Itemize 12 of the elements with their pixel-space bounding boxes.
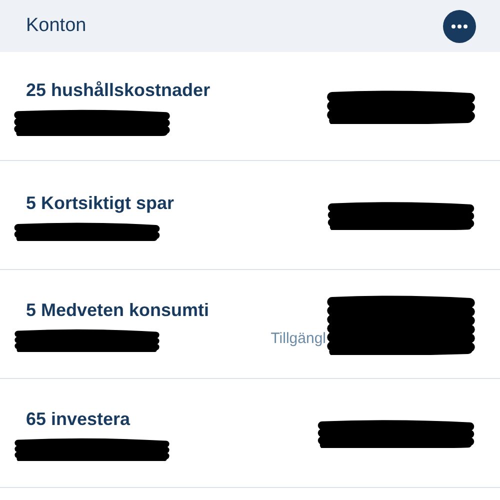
account-row[interactable]: 25 hushållskostnader: [0, 52, 500, 161]
account-name: 25 hushållskostnader: [26, 78, 210, 102]
account-name: 5 Kortsiktigt spar: [26, 192, 174, 215]
account-name: 65 investera: [26, 408, 132, 430]
account-row[interactable]: 5 Medveten konsumti Tillgängl: [0, 270, 500, 379]
account-row[interactable]: 5 Kortsiktigt spar: [0, 161, 500, 270]
account-name: 5 Medveten konsumti: [26, 298, 210, 322]
account-row[interactable]: 65 investera: [0, 379, 500, 488]
more-button[interactable]: [443, 10, 476, 42]
page-title: Konton: [26, 14, 86, 38]
available-label: Tillgängl: [270, 328, 326, 349]
more-icon: [451, 24, 468, 28]
